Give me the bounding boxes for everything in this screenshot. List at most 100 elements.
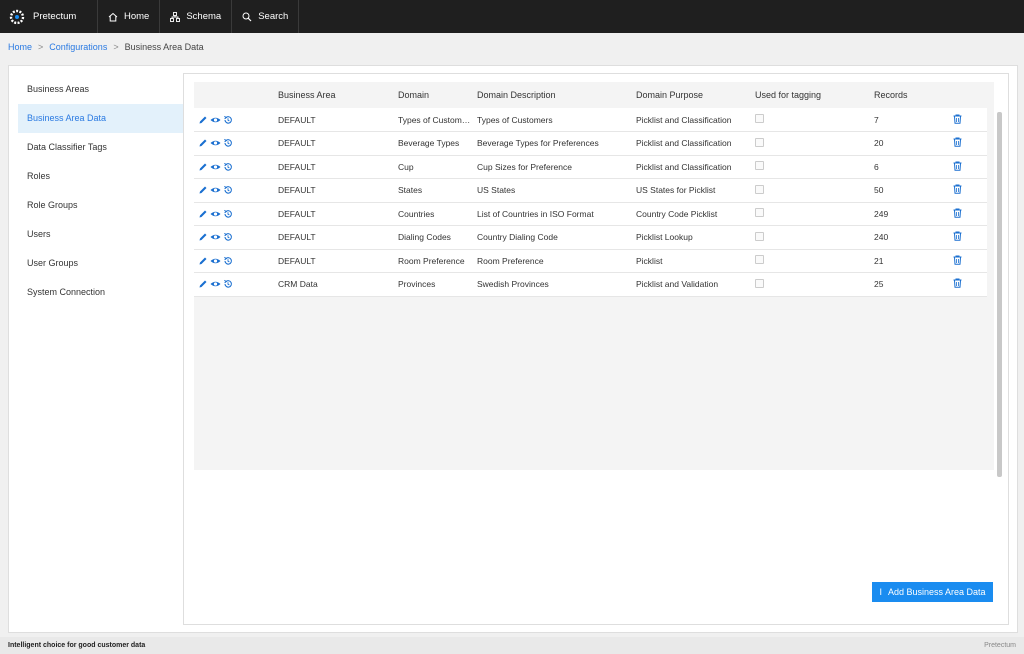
history-icon[interactable] <box>223 138 233 148</box>
table-row[interactable]: DEFAULT Beverage Types Beverage Types for … <box>194 131 987 156</box>
row-actions <box>194 179 274 203</box>
column-header: Domain Description <box>477 90 556 100</box>
view-icon[interactable] <box>210 209 221 219</box>
add-button-label: Add Business Area Data <box>887 587 986 597</box>
tagging-checkbox[interactable] <box>755 184 764 194</box>
search-icon <box>242 12 252 21</box>
breadcrumb-current: Business Area Data <box>124 42 204 52</box>
sidebar-item-data-classifier-tags[interactable]: Data Classifier Tags <box>18 133 183 162</box>
cell-domain-purpose: Picklist and Validation <box>636 279 719 290</box>
add-business-area-data-button[interactable]: I Add Business Area Data <box>872 582 993 602</box>
brand-name: Pretectum <box>33 11 77 22</box>
sidebar-item-business-area-data[interactable]: Business Area Data <box>18 104 183 133</box>
tagging-checkbox[interactable] <box>755 161 764 171</box>
cell-domain: Dialing Codes <box>398 232 451 243</box>
delete-icon[interactable] <box>953 184 962 195</box>
history-icon[interactable] <box>223 115 233 125</box>
row-actions <box>194 273 274 297</box>
delete-icon[interactable] <box>953 114 962 124</box>
view-icon[interactable] <box>210 256 221 266</box>
column-header: Records <box>874 90 908 100</box>
footer: Intelligent choice for good customer dat… <box>0 637 1024 654</box>
delete-icon[interactable] <box>953 161 962 171</box>
nav-home-label: Home <box>124 11 150 22</box>
sidebar-item-roles[interactable]: Roles <box>18 162 183 191</box>
cell-delete <box>949 179 987 203</box>
cell-used-for-tagging <box>751 273 870 297</box>
column-header: Domain <box>398 90 430 100</box>
nav-schema[interactable]: Schema <box>160 0 233 33</box>
history-icon[interactable] <box>223 162 233 172</box>
sidebar-item-user-groups[interactable]: User Groups <box>18 249 183 278</box>
edit-icon[interactable] <box>198 115 208 125</box>
breadcrumb-separator: > <box>113 42 119 52</box>
cell-used-for-tagging <box>751 108 870 132</box>
cell-domain-description: Country Dialing Code <box>477 232 558 243</box>
breadcrumb-separator: > <box>38 42 44 52</box>
tagging-checkbox[interactable] <box>755 231 764 241</box>
view-icon[interactable] <box>210 185 221 195</box>
sidebar-item-role-groups[interactable]: Role Groups <box>18 191 183 220</box>
table-scrollbar[interactable] <box>997 112 1002 477</box>
history-icon[interactable] <box>223 232 233 242</box>
view-icon[interactable] <box>210 162 221 172</box>
table-row[interactable]: DEFAULT Types of Customers Types of Custom… <box>194 108 987 132</box>
edit-icon[interactable] <box>198 162 208 172</box>
delete-icon[interactable] <box>953 255 962 265</box>
edit-icon[interactable] <box>198 279 208 289</box>
cell-domain-purpose: Picklist and Classification <box>636 138 732 149</box>
tagging-checkbox[interactable] <box>755 208 764 218</box>
table-row[interactable]: CRM Data Provinces Swedish Provinces Pickli… <box>194 272 987 297</box>
breadcrumb-configurations[interactable]: Configurations <box>49 42 107 52</box>
cell-used-for-tagging <box>751 179 870 203</box>
table-row[interactable]: DEFAULT Cup Cup Sizes for Preference Pickli… <box>194 155 987 179</box>
history-icon[interactable] <box>223 256 233 266</box>
delete-icon[interactable] <box>953 278 962 289</box>
cell-business-area: DEFAULT <box>278 138 316 149</box>
config-sidebar: Business Areas Business Area Data Data Cla… <box>18 75 183 307</box>
breadcrumb-home[interactable]: Home <box>8 42 32 52</box>
table-row[interactable]: DEFAULT Room Preference Room Preference Pic… <box>194 249 987 273</box>
cell-delete <box>949 202 987 226</box>
delete-icon[interactable] <box>953 231 962 242</box>
sidebar-item-business-areas[interactable]: Business Areas <box>18 75 183 104</box>
view-icon[interactable] <box>210 115 221 125</box>
delete-icon[interactable] <box>953 137 962 148</box>
tagging-checkbox[interactable] <box>755 278 764 288</box>
sidebar-item-system-connection[interactable]: System Connection <box>18 278 183 307</box>
edit-icon[interactable] <box>198 256 208 266</box>
cell-records: 20 <box>874 138 884 149</box>
edit-icon[interactable] <box>198 138 208 148</box>
cell-business-area: DEFAULT <box>278 255 316 266</box>
table-row[interactable]: DEFAULT Dialing Codes Country Dialing Code… <box>194 225 987 250</box>
history-icon[interactable] <box>223 279 233 289</box>
view-icon[interactable] <box>210 232 221 242</box>
sidebar-item-users[interactable]: Users <box>18 220 183 249</box>
tagging-checkbox[interactable] <box>755 255 764 265</box>
cell-domain-description: Beverage Types for Preferences <box>477 138 599 149</box>
table-row[interactable]: DEFAULT States US States US States for Pick… <box>194 178 987 203</box>
cell-domain-description: Cup Sizes for Preference <box>477 161 572 172</box>
cell-domain: Beverage Types <box>398 138 460 149</box>
view-icon[interactable] <box>210 279 221 289</box>
row-actions <box>194 108 274 132</box>
cell-delete <box>949 249 987 273</box>
cell-used-for-tagging <box>751 249 870 273</box>
cell-delete <box>949 273 987 297</box>
edit-icon[interactable] <box>198 209 208 219</box>
tagging-checkbox[interactable] <box>755 137 764 147</box>
cell-used-for-tagging <box>751 226 870 250</box>
tagging-checkbox[interactable] <box>755 114 764 123</box>
edit-icon[interactable] <box>198 232 208 242</box>
delete-icon[interactable] <box>953 208 962 218</box>
history-icon[interactable] <box>223 209 233 219</box>
table-row[interactable]: DEFAULT Countries List of Countries in ISO… <box>194 202 987 226</box>
nav-home[interactable]: Home <box>98 0 161 33</box>
brand[interactable]: Pretectum <box>0 0 98 33</box>
nav-search[interactable]: Search <box>232 0 300 33</box>
edit-icon[interactable] <box>198 185 208 195</box>
cell-delete <box>949 132 987 156</box>
history-icon[interactable] <box>223 185 233 195</box>
row-actions <box>194 226 274 250</box>
view-icon[interactable] <box>210 138 221 148</box>
